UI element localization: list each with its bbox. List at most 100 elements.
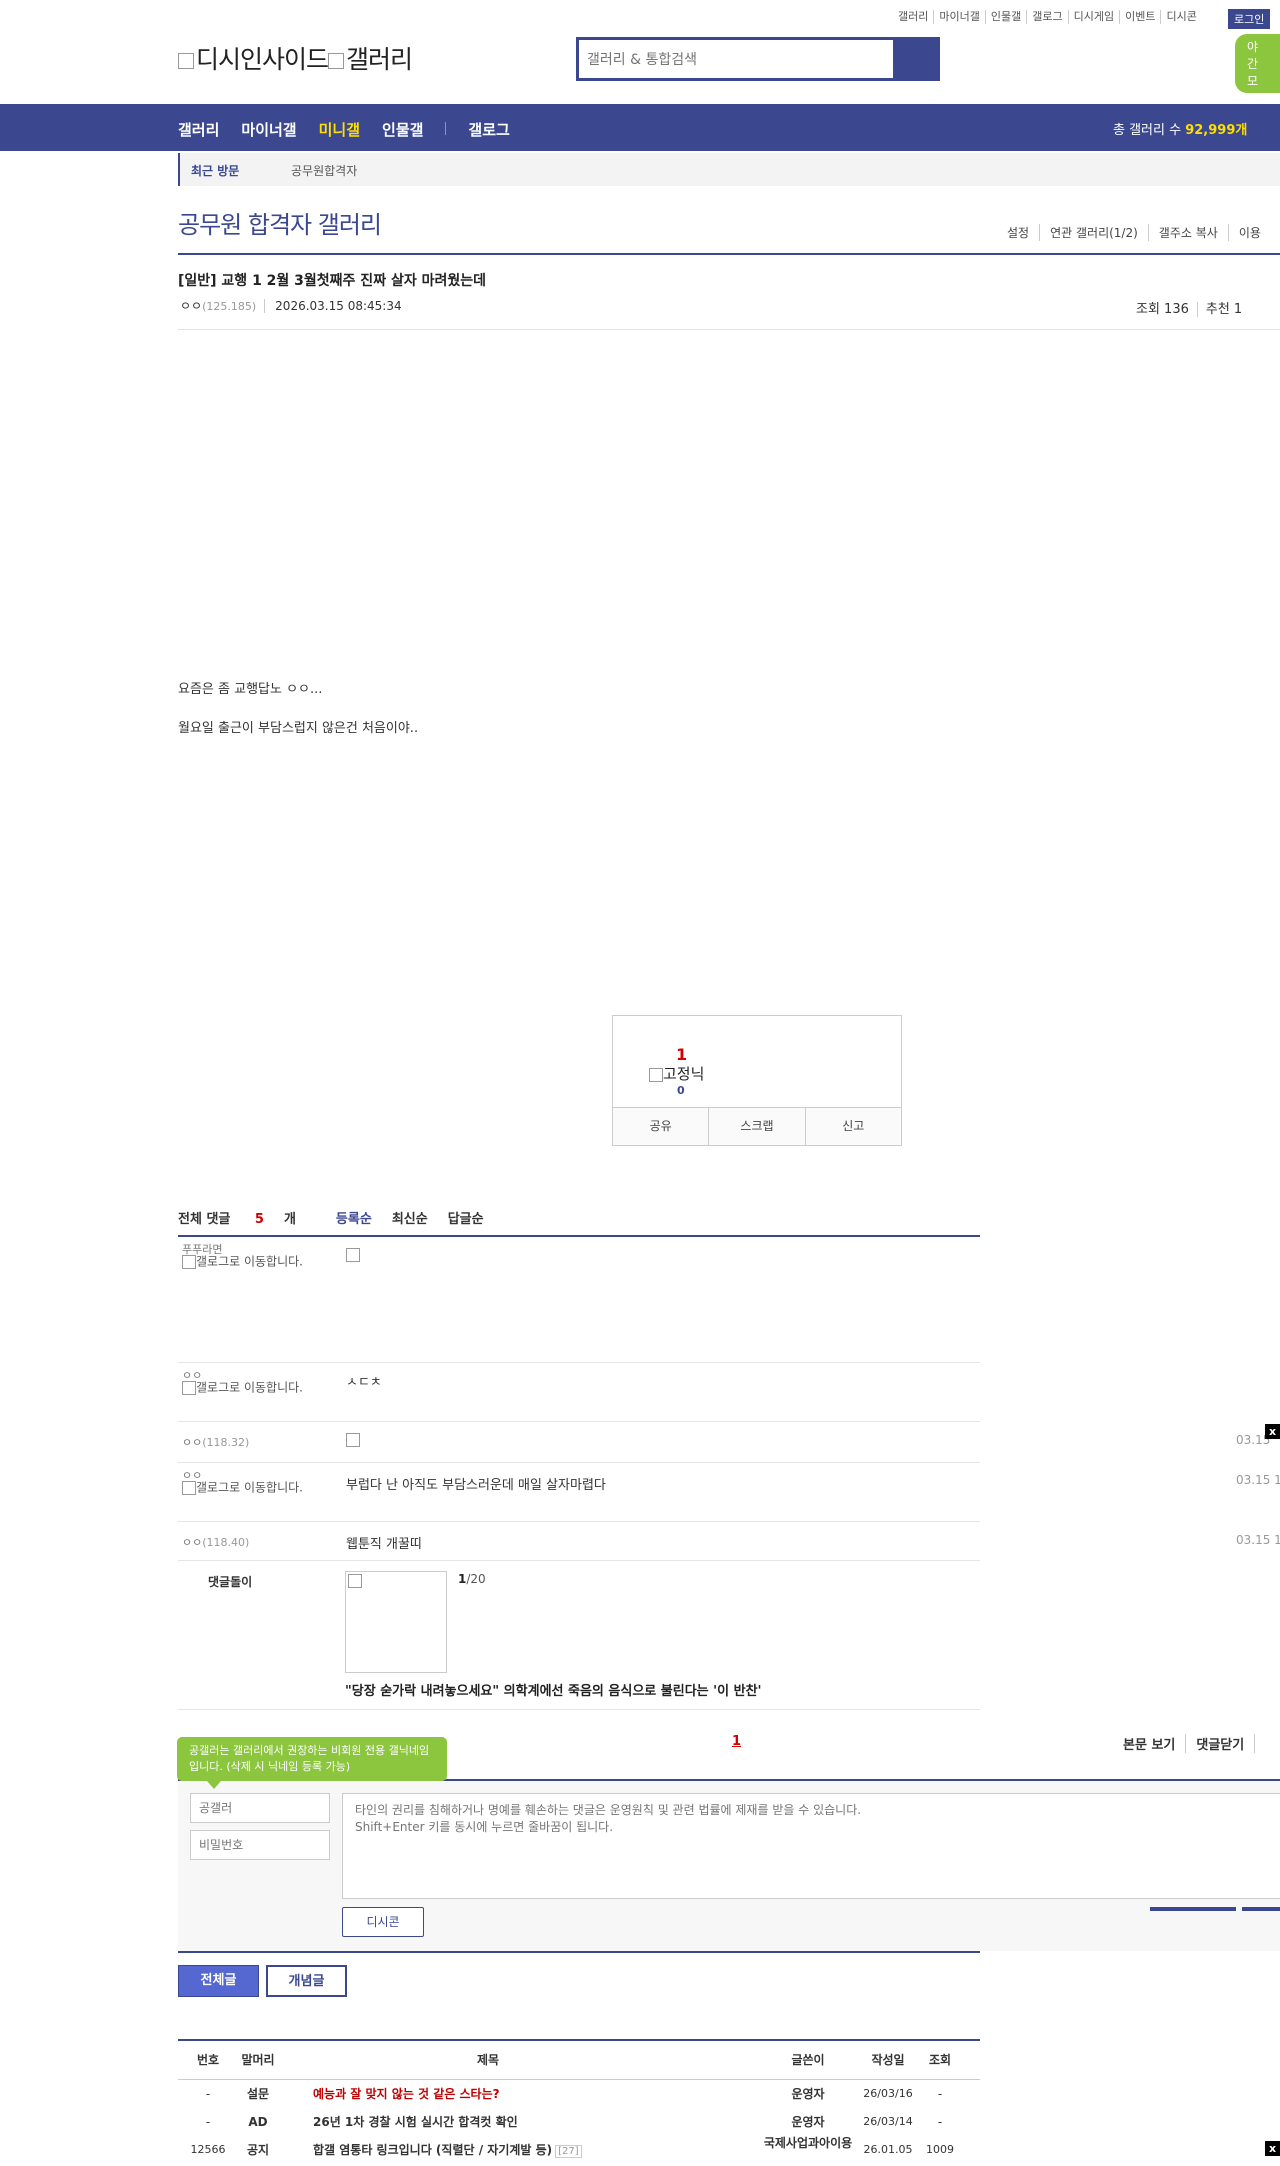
list-header: 번호 말머리 제목 글쓴이 작성일 조회 [178, 2041, 980, 2080]
tab-registered[interactable]: 등록순 [336, 1208, 372, 1227]
login-button[interactable]: 로그인 [1228, 9, 1271, 29]
comment-text: 부럽다 난 아직도 부담스러운데 매일 살자마렵다 [346, 1478, 606, 1493]
reply-count[interactable]: [27] [555, 2145, 582, 2158]
row-views: - [937, 2115, 943, 2129]
scrap-button[interactable]: 스크랩 [709, 1108, 806, 1145]
gnb-gallog[interactable]: 갤로그 [468, 119, 509, 140]
comment-nick[interactable]: ㅇㅇ(118.40) [182, 1534, 249, 1550]
broken-image-icon [346, 1432, 360, 1447]
gallog-link[interactable]: 갤로그로 이동합니다. [182, 1481, 312, 1495]
total-gallery-count: 총 갤러리 수 92,999개 [1113, 123, 1248, 138]
all-posts-button[interactable]: 전체글 [178, 1965, 259, 1997]
recommend-box: 1 고정닉 0 공유 스크랩 신고 [612, 1015, 902, 1146]
gnb-person[interactable]: 인물갤 [382, 119, 423, 140]
comment-row: ㅇㅇ(118.40) 웹툰직 개꿀띠 03.15 10 [178, 1522, 1280, 1561]
comment-tabs: 전체 댓글 5개 등록순 최신순 답글순 [178, 1208, 504, 1227]
broken-image-icon [182, 1481, 196, 1495]
gnb-mini[interactable]: 미니갤 [319, 119, 360, 140]
report-button[interactable]: 신고 [806, 1108, 901, 1145]
usage-link[interactable]: 이용 [1227, 224, 1271, 241]
logo-text: 디시인사이드 [196, 45, 329, 74]
post-date: 2026.03.15 08:45:34 [264, 299, 402, 313]
comment-row: ㅇㅇ 갤로그로 이동합니다. ㅅㄷㅊ [178, 1363, 980, 1422]
search-box [576, 37, 940, 81]
dccon-button[interactable]: 디시콘 [342, 1907, 424, 1937]
comment-actions: 본문 보기 댓글닫기 [1123, 1734, 1275, 1753]
post-body-line-2: 월요일 출근이 부담스럽지 않은건 처음이야.. [178, 721, 419, 736]
post-stats: 조회 136 추천 1 [1128, 298, 1251, 317]
broken-image-icon [182, 1381, 196, 1395]
row-category: AD [248, 2115, 268, 2129]
site-logo[interactable]: 디시인사이드 갤러리 [178, 40, 413, 76]
comment-page-1[interactable]: 1 [732, 1734, 741, 1749]
util-gallery[interactable]: 갤러리 [893, 10, 935, 24]
row-views: 1009 [926, 2143, 954, 2156]
tab-reply[interactable]: 답글순 [448, 1208, 484, 1227]
row-title[interactable]: 26년 1차 경찰 시험 실시간 합격컷 확인 [313, 2108, 653, 2136]
comment-textarea[interactable] [342, 1793, 1280, 1899]
search-input[interactable] [585, 44, 889, 76]
close-icon[interactable]: x [1265, 1424, 1280, 1439]
comment-action-divider [1254, 1734, 1275, 1753]
util-gallog[interactable]: 갤로그 [1027, 10, 1069, 24]
table-row[interactable]: - 설문 예능과 잘 맞지 않는 것 같은 스타는? 운영자 26/03/16 … [178, 2080, 980, 2108]
fixed-nick-recommend[interactable]: 고정닉 [649, 1063, 704, 1084]
related-gallery-link[interactable]: 연관 갤러리(1/2) [1039, 224, 1148, 241]
night-mode-button[interactable]: 야간 모 [1235, 34, 1280, 93]
copy-address-link[interactable]: 갤주소 복사 [1147, 224, 1228, 241]
header-date: 작성일 [871, 2053, 905, 2067]
gallog-link[interactable]: 갤로그로 이동합니다. [182, 1381, 312, 1395]
row-date: 26/03/16 [863, 2087, 913, 2100]
util-minor[interactable]: 마이너갤 [934, 10, 986, 24]
write-bottom-divider [178, 1951, 980, 1953]
row-writer[interactable]: 운영자 [738, 2108, 878, 2136]
post-views: 조회 136 [1136, 302, 1189, 317]
util-event[interactable]: 이벤트 [1120, 10, 1162, 24]
view-body-button[interactable]: 본문 보기 [1123, 1734, 1185, 1753]
broken-image-icon [348, 1574, 362, 1588]
comment-nick[interactable]: ㅇㅇ(118.32) [182, 1434, 249, 1450]
header-writer: 글쓴이 [791, 2053, 825, 2067]
best-posts-button[interactable]: 개념글 [266, 1965, 347, 1997]
comment-write-form: 디시콘 [178, 1781, 1280, 1951]
row-writer[interactable]: 국제사업과아이용 [738, 2136, 878, 2150]
share-button[interactable]: 공유 [613, 1108, 710, 1145]
gallog-link[interactable]: 갤로그로 이동합니다. [182, 1255, 312, 1269]
bot-article-title[interactable]: "당장 숟가락 내려놓으세요" 의학계에선 죽음의 음식으로 불린다는 '이 반… [345, 1680, 762, 1699]
settings-link[interactable]: 설정 [1007, 224, 1039, 241]
recent-item[interactable]: 공무원합격자 [291, 162, 357, 179]
row-date: 26.01.05 [863, 2143, 913, 2156]
header-views: 조회 [928, 2053, 952, 2067]
util-person[interactable]: 인물갤 [986, 10, 1028, 24]
gnb-gallery[interactable]: 갤러리 [178, 119, 219, 140]
bot-thumbnail[interactable] [345, 1571, 447, 1673]
table-row[interactable]: 12566 공지 합갤 염통타 링크입니다 (직렬단 / 자기계발 등) [27]… [178, 2136, 980, 2164]
logo-text-2: 갤러리 [346, 45, 413, 74]
broken-image-icon [328, 53, 345, 69]
gallery-title[interactable]: 공무원 합격자 갤러리 [178, 205, 382, 240]
row-writer[interactable]: 운영자 [738, 2080, 878, 2108]
comment-bot: 댓글돌이 1/20 "당장 숟가락 내려놓으세요" 의학계에선 죽음의 음식으로… [178, 1561, 980, 1710]
gallery-tools: 설정 연관 갤러리(1/2) 갤주소 복사 이용 [1007, 224, 1271, 241]
bot-pager: 1/20 [458, 1572, 486, 1586]
search-button[interactable] [893, 40, 937, 78]
submit-button-partial[interactable] [1150, 1907, 1236, 1911]
row-views: - [937, 2087, 943, 2101]
comment-row: ㅇㅇ(118.32) 03.15 [178, 1422, 1270, 1463]
comment-text: ㅅㄷㅊ [346, 1375, 382, 1390]
tab-latest[interactable]: 최신순 [392, 1208, 428, 1227]
util-game[interactable]: 디시게임 [1069, 10, 1121, 24]
nickname-input[interactable] [190, 1793, 330, 1823]
util-dccon[interactable]: 디시콘 [1161, 10, 1201, 24]
comment-image [346, 1247, 360, 1262]
post-author[interactable]: ㅇㅇ [180, 299, 202, 313]
password-input[interactable] [190, 1830, 330, 1860]
row-title[interactable]: 예능과 잘 맞지 않는 것 같은 스타는? [313, 2080, 653, 2108]
gnb-minor[interactable]: 마이너갤 [241, 119, 296, 140]
submit-button-partial-2[interactable] [1242, 1907, 1280, 1911]
util-nav: 갤러리 마이너갤 인물갤 갤로그 디시게임 이벤트 디시콘 [893, 10, 1202, 24]
row-title[interactable]: 합갤 염통타 링크입니다 (직렬단 / 자기계발 등) [27] [313, 2136, 653, 2166]
close-comments-button[interactable]: 댓글닫기 [1185, 1734, 1254, 1753]
close-icon[interactable]: x [1265, 2141, 1280, 2156]
table-row[interactable]: - AD 26년 1차 경찰 시험 실시간 합격컷 확인 운영자 26/03/1… [178, 2108, 980, 2136]
